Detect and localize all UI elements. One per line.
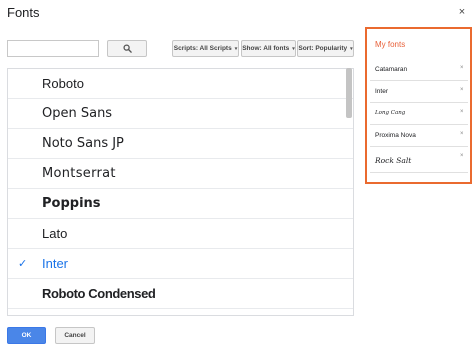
my-font-item-long-cang[interactable]: Long Cang ×: [370, 103, 468, 125]
font-row-roboto-condensed[interactable]: Roboto Condensed: [8, 279, 353, 309]
font-row-poppins[interactable]: Poppins: [8, 189, 353, 219]
my-font-label: Catamaran: [375, 66, 408, 73]
ok-button[interactable]: OK: [7, 327, 46, 344]
my-font-item-catamaran[interactable]: Catamaran ×: [370, 59, 468, 81]
font-row-roboto[interactable]: Roboto: [8, 69, 353, 99]
font-row-noto-sans-jp[interactable]: Noto Sans JP: [8, 129, 353, 159]
font-row-label: Poppins: [42, 196, 101, 211]
show-dropdown[interactable]: Show: All fonts ▾: [241, 40, 296, 57]
scripts-dropdown[interactable]: Scripts: All Scripts ▾: [172, 40, 239, 57]
font-row-label: Roboto Condensed: [42, 286, 156, 301]
search-button[interactable]: [107, 40, 147, 57]
font-row-montserrat[interactable]: Montserrat: [8, 159, 353, 189]
my-font-label: Rock Salt: [375, 156, 412, 165]
font-row-label: Montserrat: [42, 166, 116, 181]
font-list[interactable]: Roboto Open Sans Noto Sans JP Montserrat…: [7, 68, 354, 316]
show-dropdown-label: Show: All fonts: [242, 45, 290, 52]
my-fonts-panel: My fonts Catamaran × Inter × Long Cang ×…: [365, 27, 472, 184]
my-font-item-proxima-nova[interactable]: Proxima Nova ×: [370, 125, 468, 147]
font-list-scrollbar[interactable]: [346, 68, 352, 118]
font-row-lato[interactable]: Lato: [8, 219, 353, 249]
font-row-open-sans[interactable]: Open Sans: [8, 99, 353, 129]
remove-icon[interactable]: ×: [460, 109, 464, 115]
font-row-label: Lato: [42, 226, 68, 241]
checkmark-icon: ✓: [18, 258, 28, 270]
font-row-label: Open Sans: [42, 106, 113, 121]
font-row-label: Roboto: [42, 76, 84, 91]
font-row-label: Noto Sans JP: [42, 136, 124, 151]
remove-icon[interactable]: ×: [460, 65, 464, 71]
my-fonts-title: My fonts: [375, 40, 406, 49]
remove-icon[interactable]: ×: [460, 131, 464, 137]
sort-dropdown[interactable]: Sort: Popularity ▾: [297, 40, 354, 57]
chevron-down-icon: ▾: [234, 45, 238, 52]
sort-dropdown-label: Sort: Popularity: [298, 45, 348, 52]
cancel-button[interactable]: Cancel: [55, 327, 95, 344]
my-font-item-rock-salt[interactable]: Rock Salt ×: [370, 147, 468, 173]
my-font-label: Long Cang: [375, 110, 406, 116]
my-font-label: Inter: [375, 88, 389, 95]
scripts-dropdown-label: Scripts: All Scripts: [173, 45, 232, 52]
search-input[interactable]: [7, 40, 99, 57]
my-font-item-inter[interactable]: Inter ×: [370, 81, 468, 103]
chevron-down-icon: ▾: [292, 45, 295, 52]
dialog-title: Fonts: [7, 5, 40, 20]
remove-icon[interactable]: ×: [460, 153, 464, 159]
font-row-label: Inter: [42, 256, 69, 271]
font-row-inter[interactable]: ✓ Inter: [8, 249, 353, 279]
chevron-down-icon: ▾: [350, 45, 353, 52]
search-icon: [122, 44, 132, 53]
my-font-label: Proxima Nova: [375, 132, 416, 139]
close-icon[interactable]: ×: [456, 5, 468, 19]
remove-icon[interactable]: ×: [460, 87, 464, 93]
